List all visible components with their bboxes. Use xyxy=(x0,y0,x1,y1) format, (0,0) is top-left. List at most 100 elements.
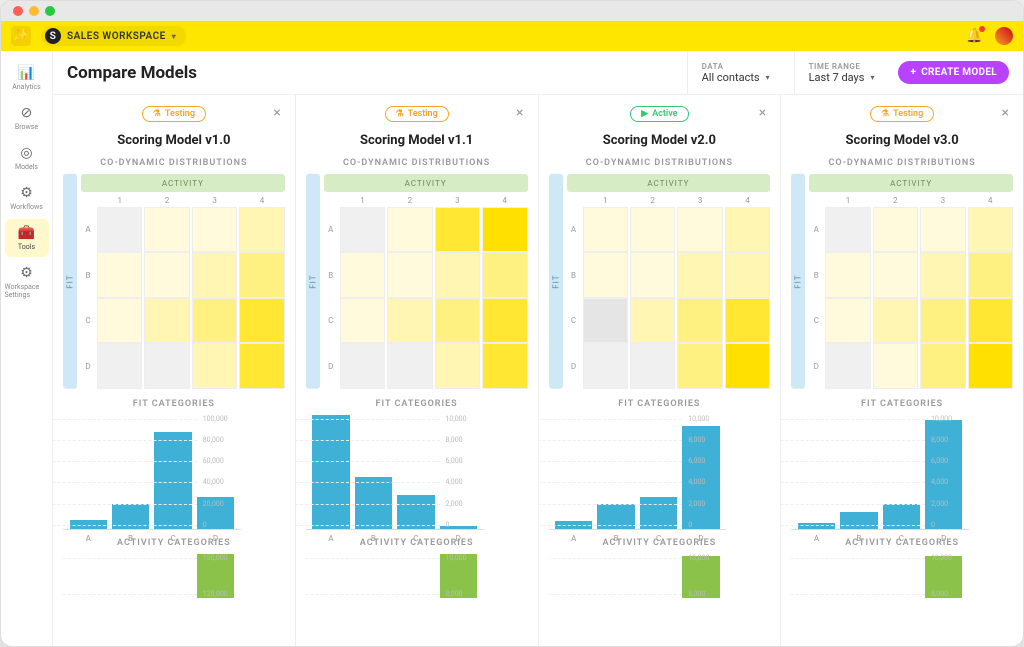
user-avatar[interactable] xyxy=(995,27,1013,45)
heatmap-cell[interactable] xyxy=(725,252,770,297)
heatmap-cell[interactable] xyxy=(920,252,965,297)
heatmap-cell[interactable] xyxy=(192,252,237,297)
heatmap-cell[interactable] xyxy=(97,252,142,297)
heatmap-cell[interactable] xyxy=(192,298,237,343)
chart-bar[interactable]: D xyxy=(925,420,962,528)
chart-bar[interactable]: C xyxy=(154,432,191,529)
close-column-button[interactable]: × xyxy=(998,103,1013,123)
window-close-dot[interactable] xyxy=(13,6,23,16)
heatmap-cell[interactable] xyxy=(825,343,870,388)
heatmap-cell[interactable] xyxy=(387,343,432,388)
chart-bar[interactable]: D xyxy=(682,556,719,598)
heatmap-cell[interactable] xyxy=(192,207,237,252)
app-logo[interactable]: ✨ xyxy=(11,26,31,46)
heatmap-cell[interactable] xyxy=(583,207,628,252)
heatmap-cell[interactable] xyxy=(920,207,965,252)
heatmap-cell[interactable] xyxy=(340,207,385,252)
heatmap-cell[interactable] xyxy=(239,343,284,388)
notifications-icon[interactable]: 🔔 xyxy=(966,28,983,44)
chart-bar[interactable]: B xyxy=(112,504,149,529)
heatmap-cell[interactable] xyxy=(387,207,432,252)
heatmap-cell[interactable] xyxy=(97,343,142,388)
window-zoom-dot[interactable] xyxy=(45,6,55,16)
chart-bar[interactable]: A xyxy=(798,523,835,529)
chart-bar[interactable]: B xyxy=(355,477,392,528)
chart-bar[interactable]: C xyxy=(640,497,677,529)
heatmap-cell[interactable] xyxy=(968,298,1013,343)
heatmap-cell[interactable] xyxy=(630,252,675,297)
heatmap-cell[interactable] xyxy=(677,298,722,343)
chart-bar[interactable]: D xyxy=(197,554,234,598)
sidebar-item-analytics[interactable]: 📊Analytics xyxy=(5,59,49,97)
heatmap-cell[interactable] xyxy=(825,298,870,343)
heatmap-cell[interactable] xyxy=(677,343,722,388)
window-minimize-dot[interactable] xyxy=(29,6,39,16)
sidebar-item-browse[interactable]: ⊘Browse xyxy=(5,99,49,137)
heatmap-cell[interactable] xyxy=(482,343,527,388)
chart-bar[interactable]: B xyxy=(840,512,877,529)
heatmap-cell[interactable] xyxy=(435,252,480,297)
chart-bar[interactable]: C xyxy=(397,495,434,529)
chart-bar[interactable]: B xyxy=(597,504,634,529)
chart-bar[interactable]: A xyxy=(555,521,592,529)
chart-bar[interactable]: D xyxy=(440,526,477,528)
sidebar-item-models[interactable]: ◎Models xyxy=(5,139,49,177)
filter-time[interactable]: TIME RANGE Last 7 days▾ xyxy=(794,51,889,94)
heatmap-cell[interactable] xyxy=(725,207,770,252)
heatmap-cell[interactable] xyxy=(97,207,142,252)
heatmap-cell[interactable] xyxy=(482,207,527,252)
heatmap-cell[interactable] xyxy=(583,252,628,297)
chart-bar[interactable]: D xyxy=(925,556,962,598)
sidebar-item-tools[interactable]: 🧰Tools xyxy=(5,219,49,257)
heatmap-cell[interactable] xyxy=(725,343,770,388)
heatmap-cell[interactable] xyxy=(144,207,189,252)
heatmap-cell[interactable] xyxy=(825,252,870,297)
heatmap-cell[interactable] xyxy=(144,298,189,343)
heatmap-cell[interactable] xyxy=(920,343,965,388)
heatmap-cell[interactable] xyxy=(340,298,385,343)
heatmap-cell[interactable] xyxy=(387,252,432,297)
heatmap-cell[interactable] xyxy=(239,252,284,297)
heatmap-cell[interactable] xyxy=(482,252,527,297)
heatmap-cell[interactable] xyxy=(825,207,870,252)
close-column-button[interactable]: × xyxy=(755,103,770,123)
heatmap-cell[interactable] xyxy=(340,343,385,388)
heatmap-cell[interactable] xyxy=(873,343,918,388)
heatmap-cell[interactable] xyxy=(725,298,770,343)
heatmap-cell[interactable] xyxy=(435,298,480,343)
heatmap-cell[interactable] xyxy=(340,252,385,297)
workspace-switcher[interactable]: S SALES WORKSPACE ▾ xyxy=(41,26,186,46)
heatmap-cell[interactable] xyxy=(435,343,480,388)
heatmap-cell[interactable] xyxy=(920,298,965,343)
heatmap-cell[interactable] xyxy=(239,298,284,343)
heatmap-cell[interactable] xyxy=(677,207,722,252)
heatmap-cell[interactable] xyxy=(192,343,237,388)
chart-bar[interactable]: D xyxy=(440,554,477,598)
heatmap-cell[interactable] xyxy=(583,298,628,343)
heatmap-cell[interactable] xyxy=(873,252,918,297)
sidebar-item-workflows[interactable]: ⚙Workflows xyxy=(5,179,49,217)
create-model-button[interactable]: + CREATE MODEL xyxy=(898,61,1009,84)
close-column-button[interactable]: × xyxy=(512,103,527,123)
heatmap-cell[interactable] xyxy=(630,298,675,343)
heatmap-cell[interactable] xyxy=(387,298,432,343)
heatmap-cell[interactable] xyxy=(630,207,675,252)
filter-data[interactable]: DATA All contacts▾ xyxy=(687,51,784,94)
heatmap-cell[interactable] xyxy=(97,298,142,343)
heatmap-cell[interactable] xyxy=(435,207,480,252)
close-column-button[interactable]: × xyxy=(269,103,284,123)
heatmap-cell[interactable] xyxy=(239,207,284,252)
heatmap-cell[interactable] xyxy=(144,343,189,388)
heatmap-cell[interactable] xyxy=(968,252,1013,297)
chart-bar[interactable]: C xyxy=(883,504,920,529)
heatmap-cell[interactable] xyxy=(144,252,189,297)
chart-bar[interactable]: A xyxy=(70,520,107,529)
heatmap-cell[interactable] xyxy=(630,343,675,388)
heatmap-cell[interactable] xyxy=(583,343,628,388)
chart-bar[interactable]: D xyxy=(197,497,234,529)
heatmap-cell[interactable] xyxy=(873,298,918,343)
sidebar-item-workspace-settings[interactable]: ⚙Workspace Settings xyxy=(5,259,49,305)
heatmap-cell[interactable] xyxy=(482,298,527,343)
heatmap-cell[interactable] xyxy=(873,207,918,252)
chart-bar[interactable]: A xyxy=(312,415,349,529)
